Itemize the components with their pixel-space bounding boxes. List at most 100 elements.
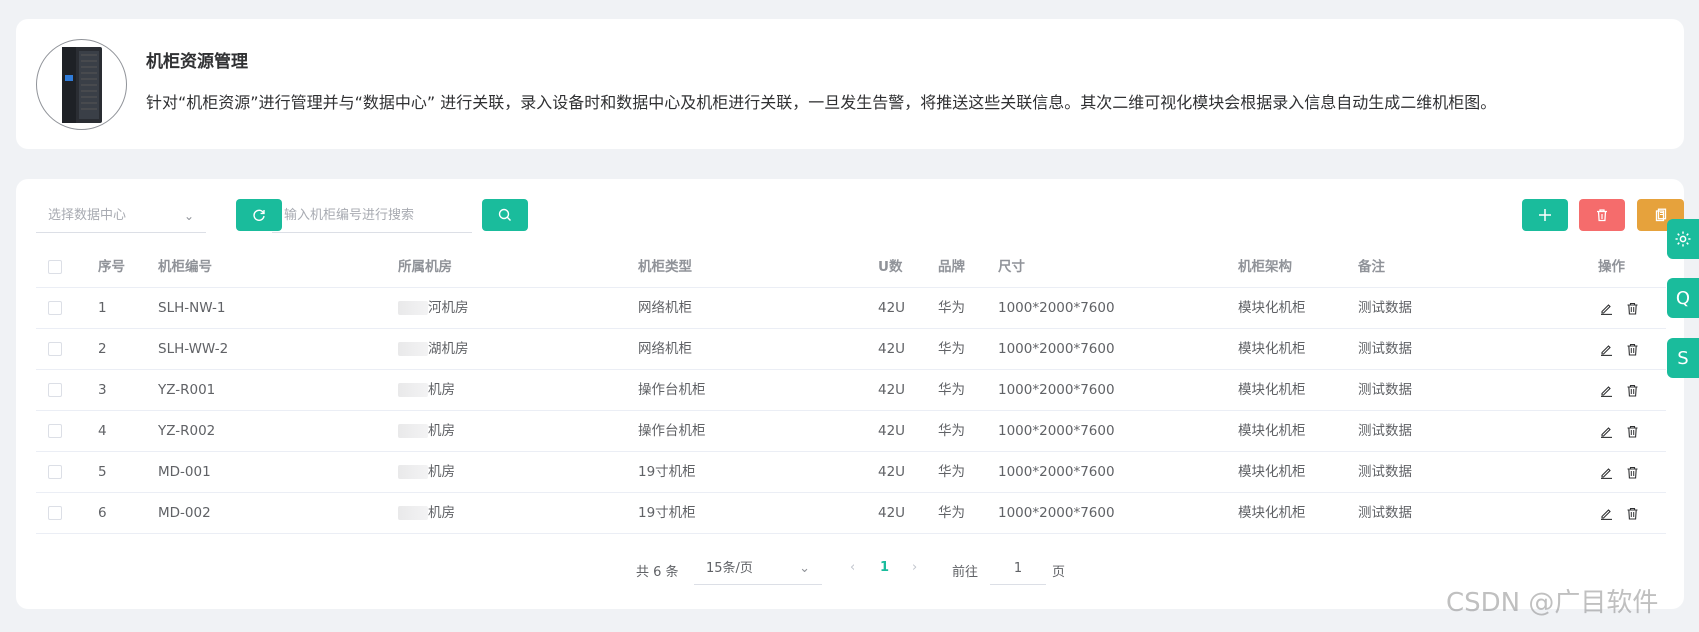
delete-icon[interactable] xyxy=(1624,464,1640,480)
row-note: 测试数据 xyxy=(1358,423,1412,439)
row-brand: 华为 xyxy=(938,505,965,521)
redacted-mask xyxy=(398,383,428,397)
edit-icon[interactable] xyxy=(1598,382,1614,398)
edit-icon[interactable] xyxy=(1598,300,1614,316)
header-code: 机柜编号 xyxy=(158,259,212,275)
row-actions xyxy=(1598,493,1640,533)
row-idx: 4 xyxy=(98,423,107,439)
table-row: 4 YZ-R002 机房 操作台机柜 42U 华为 1000*2000*7600 模块化机柜 测… xyxy=(36,411,1666,452)
add-button[interactable] xyxy=(1522,199,1568,231)
datacenter-select[interactable]: 选择数据中心 ⌄ xyxy=(36,199,206,233)
goto-page-input[interactable]: 1 xyxy=(990,553,1046,585)
delete-icon[interactable] xyxy=(1624,300,1640,316)
row-brand: 华为 xyxy=(938,423,965,439)
delete-icon[interactable] xyxy=(1624,341,1640,357)
prev-page-icon[interactable]: ‹ xyxy=(850,560,855,575)
page-size-value: 15条/页 xyxy=(706,561,753,576)
row-code: YZ-R002 xyxy=(158,423,216,439)
row-room: 机房 xyxy=(398,411,455,451)
header-u: U数 xyxy=(878,259,903,275)
row-room-text: 机房 xyxy=(428,505,455,521)
page-unit-label: 页 xyxy=(1052,565,1066,580)
row-code: MD-001 xyxy=(158,464,211,480)
header-brand: 品牌 xyxy=(938,259,965,275)
cabinet-search-input[interactable]: 输入机柜编号进行搜索 xyxy=(272,199,472,233)
s-side-button[interactable]: S xyxy=(1667,338,1699,378)
row-actions xyxy=(1598,452,1640,492)
select-all-checkbox[interactable] xyxy=(48,260,62,274)
row-brand: 华为 xyxy=(938,300,965,316)
row-type: 网络机柜 xyxy=(638,341,692,357)
header-op: 操作 xyxy=(1598,259,1625,275)
page-size-select[interactable]: 15条/页 ⌄ xyxy=(694,553,822,585)
row-size: 1000*2000*7600 xyxy=(998,341,1115,357)
table-row: 1 SLH-NW-1 河机房 网络机柜 42U 华为 1000*2000*7600 模块化机柜… xyxy=(36,288,1666,329)
row-idx: 6 xyxy=(98,505,107,521)
row-type: 操作台机柜 xyxy=(638,382,706,398)
row-room-text: 河机房 xyxy=(428,300,469,316)
row-size: 1000*2000*7600 xyxy=(998,464,1115,480)
pagination: 共 6 条 15条/页 ⌄ ‹ 1 › 前往 1 页 xyxy=(16,553,1684,585)
table-body: 1 SLH-NW-1 河机房网络机柜 42U 华为 1000*2000*7600 模块化机柜… xyxy=(36,288,1666,534)
batch-delete-button[interactable] xyxy=(1579,199,1625,231)
header-idx: 序号 xyxy=(98,259,125,275)
delete-icon[interactable] xyxy=(1624,382,1640,398)
row-code: SLH-WW-2 xyxy=(158,341,229,357)
row-actions xyxy=(1598,370,1640,410)
row-checkbox[interactable] xyxy=(48,383,62,397)
row-u: 42U xyxy=(878,382,906,398)
row-checkbox[interactable] xyxy=(48,301,62,315)
table-row: 5 MD-001 机房 19寸机柜 42U 华为 1000*2000*7600 模块化机柜 测试… xyxy=(36,452,1666,493)
current-page-number[interactable]: 1 xyxy=(880,560,889,575)
q-side-button[interactable]: Q xyxy=(1667,278,1699,318)
header-arch: 机柜架构 xyxy=(1238,259,1292,275)
row-idx: 5 xyxy=(98,464,107,480)
row-arch: 模块化机柜 xyxy=(1238,300,1306,316)
edit-icon[interactable] xyxy=(1598,341,1614,357)
row-idx: 1 xyxy=(98,300,107,316)
redacted-mask xyxy=(398,424,428,438)
table-row: 3 YZ-R001 机房 操作台机柜 42U 华为 1000*2000*7600 模块化机柜 测… xyxy=(36,370,1666,411)
edit-icon[interactable] xyxy=(1598,505,1614,521)
row-type: 19寸机柜 xyxy=(638,505,696,521)
row-checkbox[interactable] xyxy=(48,342,62,356)
cabinet-table: 序号 机柜编号 所属机房 机柜类型 U数 品牌 尺寸 机柜架构 备注 操作 1 S… xyxy=(36,247,1666,534)
row-size: 1000*2000*7600 xyxy=(998,423,1115,439)
row-checkbox[interactable] xyxy=(48,424,62,438)
cabinet-avatar-icon xyxy=(36,39,127,130)
row-idx: 2 xyxy=(98,341,107,357)
header-size: 尺寸 xyxy=(998,259,1025,275)
row-checkbox[interactable] xyxy=(48,506,62,520)
row-type: 操作台机柜 xyxy=(638,423,706,439)
row-size: 1000*2000*7600 xyxy=(998,300,1115,316)
redacted-mask xyxy=(398,465,428,479)
row-brand: 华为 xyxy=(938,464,965,480)
table-row: 2 SLH-WW-2 湖机房 网络机柜 42U 华为 1000*2000*7600 模块化机柜… xyxy=(36,329,1666,370)
row-code: SLH-NW-1 xyxy=(158,300,226,316)
delete-icon[interactable] xyxy=(1624,505,1640,521)
row-arch: 模块化机柜 xyxy=(1238,464,1306,480)
redacted-mask xyxy=(398,342,428,356)
row-brand: 华为 xyxy=(938,382,965,398)
edit-icon[interactable] xyxy=(1598,464,1614,480)
search-button[interactable] xyxy=(482,199,528,231)
pagination-total: 共 6 条 xyxy=(636,565,679,580)
settings-side-button[interactable] xyxy=(1667,219,1699,259)
row-idx: 3 xyxy=(98,382,107,398)
goto-label: 前往 xyxy=(952,565,979,580)
header-note: 备注 xyxy=(1358,259,1385,275)
edit-icon[interactable] xyxy=(1598,423,1614,439)
next-page-icon[interactable]: › xyxy=(912,560,917,575)
delete-icon[interactable] xyxy=(1624,423,1640,439)
refresh-icon xyxy=(253,209,265,221)
row-note: 测试数据 xyxy=(1358,382,1412,398)
row-actions xyxy=(1598,411,1640,451)
row-arch: 模块化机柜 xyxy=(1238,341,1306,357)
gear-icon xyxy=(1675,231,1691,247)
row-u: 42U xyxy=(878,423,906,439)
row-brand: 华为 xyxy=(938,341,965,357)
row-room-text: 机房 xyxy=(428,423,455,439)
row-size: 1000*2000*7600 xyxy=(998,505,1115,521)
row-note: 测试数据 xyxy=(1358,341,1412,357)
row-checkbox[interactable] xyxy=(48,465,62,479)
